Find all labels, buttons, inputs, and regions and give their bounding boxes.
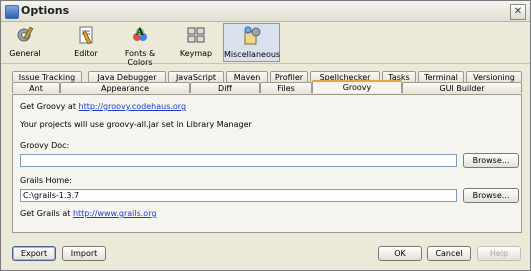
groovy-settings-panel: Get Groovy at http://groovy.codehaus.org… (12, 94, 522, 233)
tab-files[interactable]: Files (260, 82, 312, 93)
tab-maven[interactable]: Maven (226, 71, 268, 82)
import-button[interactable]: Import (62, 246, 106, 261)
category-label: Fonts & Colors (124, 49, 156, 67)
svg-text:A: A (135, 27, 144, 38)
export-button[interactable]: Export (12, 246, 56, 261)
grails-home-browse-button[interactable]: Browse... (463, 188, 519, 203)
groovy-doc-field[interactable] (20, 154, 457, 167)
category-general[interactable]: General (7, 23, 43, 60)
category-editor[interactable]: Editor (69, 23, 103, 60)
tab-ant[interactable]: Ant (12, 82, 60, 93)
category-fonts-colors[interactable]: A Fonts & Colors (112, 23, 168, 67)
tab-versioning[interactable]: Versioning (466, 71, 522, 82)
tab-gui-builder[interactable]: GUI Builder (402, 82, 522, 93)
category-label: Editor (74, 49, 98, 58)
window-title: Options (21, 4, 70, 17)
library-manager-note: Your projects will use groovy-all.jar se… (20, 120, 252, 129)
category-keymap[interactable]: Keymap (177, 23, 215, 60)
groovy-homepage-link[interactable]: http://groovy.codehaus.org (79, 102, 187, 111)
fonts-colors-icon: A (133, 27, 147, 41)
miscellaneous-icon (244, 26, 260, 45)
groovy-doc-browse-button[interactable]: Browse... (463, 153, 519, 168)
get-groovy-label: Get Groovy at http://groovy.codehaus.org (20, 102, 186, 111)
grails-homepage-link[interactable]: http://www.grails.org (73, 209, 157, 218)
title-bar: Options ✕ (1, 1, 530, 22)
category-toolbar: General Editor A Fonts & Colors Keymap M… (1, 22, 530, 67)
ok-button[interactable]: OK (378, 246, 422, 261)
options-window: Options ✕ General Editor A Fonts & Color… (0, 0, 531, 271)
get-grails-prefix: Get Grails at (20, 209, 71, 218)
category-label: Keymap (179, 49, 213, 58)
category-label: General (9, 49, 41, 58)
category-label: Miscellaneous (224, 50, 281, 59)
tab-profiler[interactable]: Profiler (270, 71, 308, 82)
get-groovy-prefix: Get Groovy at (20, 102, 76, 111)
tab-issue-tracking[interactable]: Issue Tracking (12, 71, 82, 82)
grails-home-field[interactable]: C:\grails-1.3.7 (20, 189, 457, 202)
tab-javascript[interactable]: JavaScript (168, 71, 224, 82)
help-button[interactable]: Help (477, 246, 521, 261)
keymap-icon (187, 27, 205, 43)
category-miscellaneous[interactable]: Miscellaneous (223, 23, 280, 62)
close-button[interactable]: ✕ (510, 4, 526, 20)
grails-home-label: Grails Home: (20, 176, 72, 185)
tab-terminal[interactable]: Terminal (418, 71, 464, 82)
groovy-doc-label: Groovy Doc: (20, 141, 70, 150)
netbeans-app-icon (5, 5, 19, 19)
tab-appearance[interactable]: Appearance (60, 82, 190, 93)
tab-diff[interactable]: Diff (190, 82, 260, 93)
editor-icon (79, 26, 93, 45)
gear-wrench-icon (17, 26, 34, 42)
tab-java-debugger[interactable]: Java Debugger (88, 71, 166, 82)
cancel-button[interactable]: Cancel (427, 246, 471, 261)
get-grails-label: Get Grails at http://www.grails.org (20, 209, 156, 218)
tab-groovy[interactable]: Groovy (312, 80, 402, 93)
